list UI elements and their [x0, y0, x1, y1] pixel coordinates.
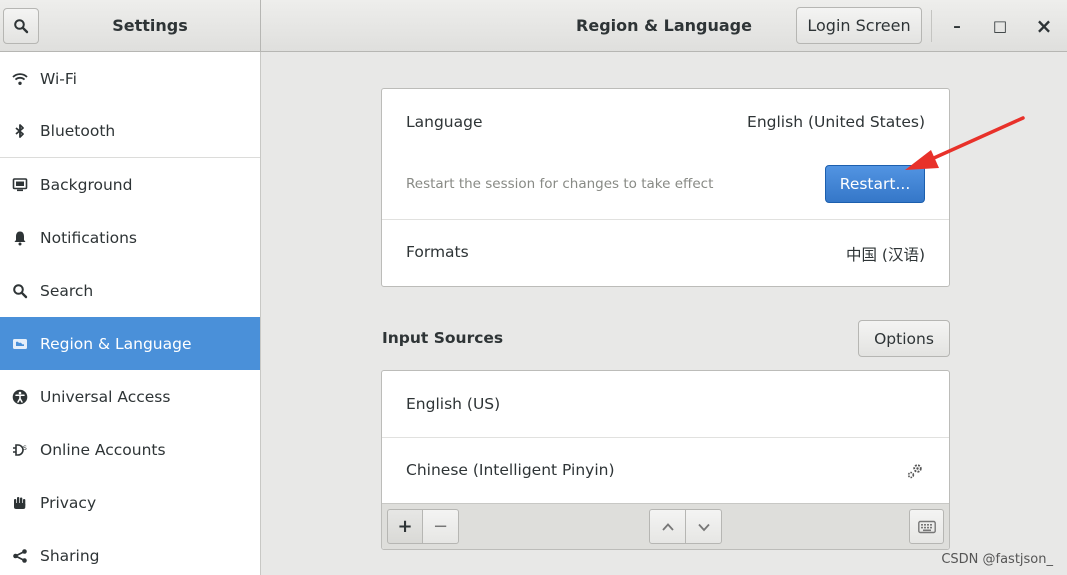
keyboard-icon: [917, 520, 936, 533]
move-down-button[interactable]: [685, 509, 722, 544]
add-input-source-button[interactable]: +: [387, 509, 423, 544]
maximize-button[interactable]: □: [988, 14, 1012, 38]
keyboard-layout-button[interactable]: [909, 509, 944, 544]
sidebar: Wi-Fi Bluetooth Background Notifications…: [0, 52, 261, 575]
svg-text:S: S: [23, 445, 27, 452]
sidebar-item-label: Universal Access: [40, 387, 171, 406]
sidebar-header: Settings: [0, 0, 261, 52]
header-bar: Settings Region & Language Login Screen …: [0, 0, 1067, 52]
minus-icon: −: [432, 516, 449, 537]
plus-icon: +: [397, 516, 413, 537]
bluetooth-icon: [0, 123, 40, 139]
sidebar-item-notifications[interactable]: Notifications: [0, 211, 260, 264]
sidebar-item-privacy[interactable]: Privacy: [0, 476, 260, 529]
search-icon: [14, 19, 29, 34]
maximize-icon: □: [992, 17, 1008, 35]
search-button[interactable]: [3, 8, 39, 44]
online-accounts-icon: S: [0, 442, 40, 458]
move-up-button[interactable]: [649, 509, 686, 544]
background-icon: [0, 177, 40, 193]
gears-icon: [907, 464, 922, 479]
wifi-icon: [0, 71, 40, 87]
sidebar-item-label: Privacy: [40, 493, 97, 512]
sidebar-item-label: Notifications: [40, 228, 138, 247]
sidebar-item-label: Search: [40, 281, 94, 300]
bell-icon: [0, 230, 40, 246]
sidebar-item-search[interactable]: Search: [0, 264, 260, 317]
formats-row[interactable]: Formats 中国 (汉语): [382, 220, 949, 286]
login-screen-button[interactable]: Login Screen: [796, 7, 922, 44]
minimize-icon: –: [953, 17, 961, 35]
watermark: CSDN @fastjson_: [941, 552, 1053, 567]
sidebar-item-universal-access[interactable]: Universal Access: [0, 370, 260, 423]
sidebar-item-label: Background: [40, 175, 133, 194]
formats-label: Formats: [406, 243, 469, 261]
header-separator: [931, 10, 932, 42]
search-icon: [0, 283, 40, 299]
sidebar-item-background[interactable]: Background: [0, 158, 260, 211]
share-icon: [0, 548, 40, 564]
input-source-label: English (US): [406, 395, 501, 413]
sidebar-item-wifi[interactable]: Wi-Fi: [0, 52, 260, 105]
sidebar-item-bluetooth[interactable]: Bluetooth: [0, 105, 260, 158]
language-label: Language: [406, 113, 483, 131]
list-item[interactable]: Chinese (Intelligent Pinyin): [382, 438, 949, 504]
options-button[interactable]: Options: [858, 320, 950, 357]
input-sources-toolbar: + −: [382, 503, 949, 549]
sidebar-item-label: Wi-Fi: [40, 69, 77, 88]
chevron-down-icon: [697, 523, 710, 531]
close-button[interactable]: ×: [1032, 14, 1056, 38]
sidebar-item-label: Online Accounts: [40, 440, 166, 459]
settings-title: Settings: [112, 16, 188, 35]
input-sources-title: Input Sources: [382, 329, 504, 347]
annotation-arrow: [905, 116, 1025, 170]
close-icon: ×: [1035, 14, 1053, 38]
sidebar-item-label: Sharing: [40, 546, 100, 565]
hand-icon: [0, 495, 40, 511]
remove-input-source-button[interactable]: −: [422, 509, 459, 544]
sidebar-item-online-accounts[interactable]: S Online Accounts: [0, 423, 260, 476]
chevron-up-icon: [661, 522, 674, 531]
minimize-button[interactable]: –: [945, 14, 969, 38]
accessibility-icon: [0, 389, 40, 405]
list-item[interactable]: English (US): [382, 371, 949, 437]
restart-message: Restart the session for changes to take …: [406, 176, 714, 192]
formats-value: 中国 (汉语): [845, 246, 925, 264]
region-icon: [0, 336, 40, 352]
sidebar-item-region-language[interactable]: Region & Language: [0, 317, 260, 370]
input-source-settings-button[interactable]: [905, 461, 925, 481]
language-frame: Language English (United States) Restart…: [381, 88, 950, 287]
sidebar-item-label: Region & Language: [40, 334, 192, 353]
input-sources-list: English (US) Chinese (Intelligent Pinyin…: [381, 370, 950, 550]
input-source-label: Chinese (Intelligent Pinyin): [406, 461, 615, 479]
sidebar-item-label: Bluetooth: [40, 122, 116, 140]
sidebar-item-sharing[interactable]: Sharing: [0, 529, 260, 575]
